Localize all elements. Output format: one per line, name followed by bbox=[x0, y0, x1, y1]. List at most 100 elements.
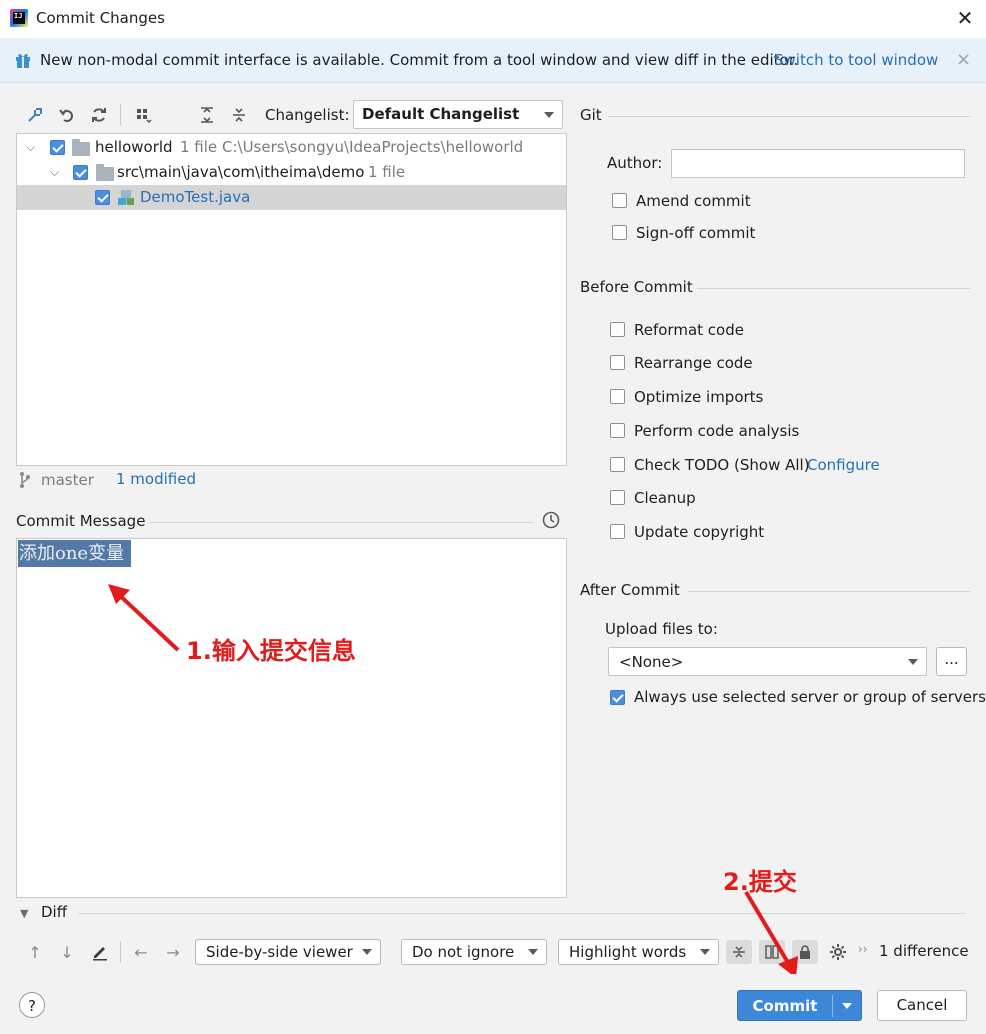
always-use-server-checkbox[interactable] bbox=[610, 690, 625, 705]
gear-icon[interactable] bbox=[825, 940, 851, 964]
reformat-code-checkbox[interactable] bbox=[610, 322, 625, 337]
configure-todo-link[interactable]: Configure bbox=[807, 456, 880, 474]
commit-message-textarea[interactable] bbox=[16, 538, 567, 898]
package-checkbox[interactable] bbox=[73, 165, 88, 180]
switch-to-tool-window-link[interactable]: Switch to tool window bbox=[774, 51, 938, 69]
chevron-down-icon bbox=[908, 658, 918, 665]
signoff-commit-checkbox[interactable] bbox=[612, 225, 627, 240]
upload-files-label: Upload files to: bbox=[605, 620, 718, 638]
highlight-mode-dropdown[interactable]: Highlight words bbox=[558, 939, 719, 965]
changelist-label: Changelist: bbox=[265, 106, 350, 124]
cancel-button[interactable]: Cancel bbox=[877, 990, 967, 1021]
update-copyright-label[interactable]: Update copyright bbox=[634, 523, 764, 541]
reformat-code-label[interactable]: Reformat code bbox=[634, 321, 744, 339]
changes-tree bbox=[16, 133, 567, 466]
banner-message: New non-modal commit interface is availa… bbox=[40, 51, 799, 69]
arrow-up-icon[interactable]: ↑ bbox=[22, 940, 48, 964]
tree-file-name[interactable]: DemoTest.java bbox=[140, 188, 250, 206]
window-title: Commit Changes bbox=[36, 9, 165, 27]
commit-options-chevron-icon[interactable] bbox=[842, 1003, 852, 1009]
arrow-right-icon[interactable]: → bbox=[160, 940, 186, 964]
triangle-down-icon[interactable]: ▼ bbox=[20, 907, 28, 920]
browse-servers-button[interactable]: ... bbox=[936, 647, 967, 676]
folder-icon bbox=[96, 164, 114, 181]
module-folder-icon bbox=[72, 139, 90, 156]
perform-code-analysis-label[interactable]: Perform code analysis bbox=[634, 422, 799, 440]
expand-all-icon[interactable] bbox=[196, 104, 218, 126]
chevron-down-icon bbox=[528, 949, 538, 955]
annotation-arrow-icon bbox=[108, 584, 180, 652]
modified-count-link[interactable]: 1 modified bbox=[116, 470, 196, 488]
split-divider bbox=[832, 995, 833, 1017]
helloworld-checkbox[interactable] bbox=[50, 140, 65, 155]
java-test-file-icon bbox=[118, 190, 134, 205]
after-commit-title: After Commit bbox=[580, 581, 680, 599]
viewer-mode-dropdown[interactable]: Side-by-side viewer bbox=[195, 939, 381, 965]
help-button[interactable]: ? bbox=[19, 992, 45, 1018]
changelist-value: Default Changelist bbox=[362, 105, 520, 123]
chevron-down-icon bbox=[700, 949, 710, 955]
rollback-icon[interactable] bbox=[56, 104, 78, 126]
cleanup-checkbox[interactable] bbox=[610, 490, 625, 505]
git-section-title: Git bbox=[580, 106, 602, 124]
annotation-arrow-icon bbox=[744, 890, 798, 978]
chevron-down-icon[interactable]: ⌵ bbox=[26, 140, 35, 155]
banner-close-icon[interactable]: × bbox=[956, 49, 971, 70]
gift-icon bbox=[16, 53, 30, 68]
ignore-value: Do not ignore bbox=[412, 943, 515, 961]
file-checkbox[interactable] bbox=[95, 190, 110, 205]
arrow-left-icon[interactable]: ← bbox=[128, 940, 154, 964]
divider bbox=[688, 591, 971, 592]
refresh-icon[interactable] bbox=[88, 104, 110, 126]
amend-commit-label[interactable]: Amend commit bbox=[636, 192, 751, 210]
update-copyright-checkbox[interactable] bbox=[610, 524, 625, 539]
optimize-imports-label[interactable]: Optimize imports bbox=[634, 388, 763, 406]
highlight-value: Highlight words bbox=[569, 943, 687, 961]
chevron-down-icon[interactable]: ⌵ bbox=[50, 165, 59, 180]
divider bbox=[78, 913, 966, 914]
divider bbox=[150, 522, 534, 523]
collapse-all-icon[interactable] bbox=[228, 104, 250, 126]
tree-dir-name: src\main\java\com\itheima\demo bbox=[117, 163, 365, 181]
check-todo-label[interactable]: Check TODO (Show All) bbox=[634, 456, 810, 474]
divider bbox=[697, 288, 971, 289]
diff-section-title[interactable]: Diff bbox=[41, 903, 67, 921]
tree-dir-count: 1 file bbox=[368, 163, 406, 181]
chevron-down-icon bbox=[544, 111, 554, 118]
tree-root-count: 1 file bbox=[180, 138, 218, 156]
annotation-step1: 1.输入提交信息 bbox=[186, 637, 356, 665]
branch-icon bbox=[20, 472, 30, 488]
upload-server-dropdown[interactable]: <None> bbox=[608, 647, 927, 676]
tree-root-name: helloworld bbox=[95, 138, 173, 156]
commit-button[interactable]: Commit bbox=[737, 990, 862, 1021]
branch-name: master bbox=[41, 471, 94, 489]
show-diff-icon[interactable] bbox=[24, 104, 46, 126]
signoff-commit-label[interactable]: Sign-off commit bbox=[636, 224, 755, 242]
amend-commit-checkbox[interactable] bbox=[612, 193, 627, 208]
intellij-app-icon: IJ bbox=[10, 9, 28, 27]
check-todo-checkbox[interactable] bbox=[610, 457, 625, 472]
group-by-icon[interactable] bbox=[132, 104, 154, 126]
commit-button-label: Commit bbox=[752, 997, 818, 1015]
commit-message-text[interactable]: 添加one变量 bbox=[18, 540, 131, 567]
commit-message-label: Commit Message bbox=[16, 512, 146, 530]
arrow-down-icon[interactable]: ↓ bbox=[54, 940, 80, 964]
toolbar-separator bbox=[120, 104, 121, 126]
optimize-imports-checkbox[interactable] bbox=[610, 389, 625, 404]
whitespace-ignore-dropdown[interactable]: Do not ignore bbox=[401, 939, 547, 965]
window-close-button[interactable]: ✕ bbox=[955, 6, 975, 30]
changelist-dropdown[interactable]: Default Changelist bbox=[353, 100, 563, 129]
edit-pencil-icon[interactable] bbox=[87, 940, 113, 964]
cleanup-label[interactable]: Cleanup bbox=[634, 489, 696, 507]
divider bbox=[608, 116, 971, 117]
chevron-down-icon bbox=[362, 949, 372, 955]
more-chevron-icon[interactable]: ›› bbox=[858, 942, 868, 956]
author-label: Author: bbox=[607, 154, 663, 172]
rearrange-code-checkbox[interactable] bbox=[610, 355, 625, 370]
before-commit-title: Before Commit bbox=[580, 278, 693, 296]
author-input[interactable] bbox=[671, 149, 965, 178]
perform-code-analysis-checkbox[interactable] bbox=[610, 423, 625, 438]
rearrange-code-label[interactable]: Rearrange code bbox=[634, 354, 753, 372]
history-clock-icon[interactable] bbox=[541, 510, 561, 530]
always-use-server-label[interactable]: Always use selected server or group of s… bbox=[634, 688, 986, 706]
